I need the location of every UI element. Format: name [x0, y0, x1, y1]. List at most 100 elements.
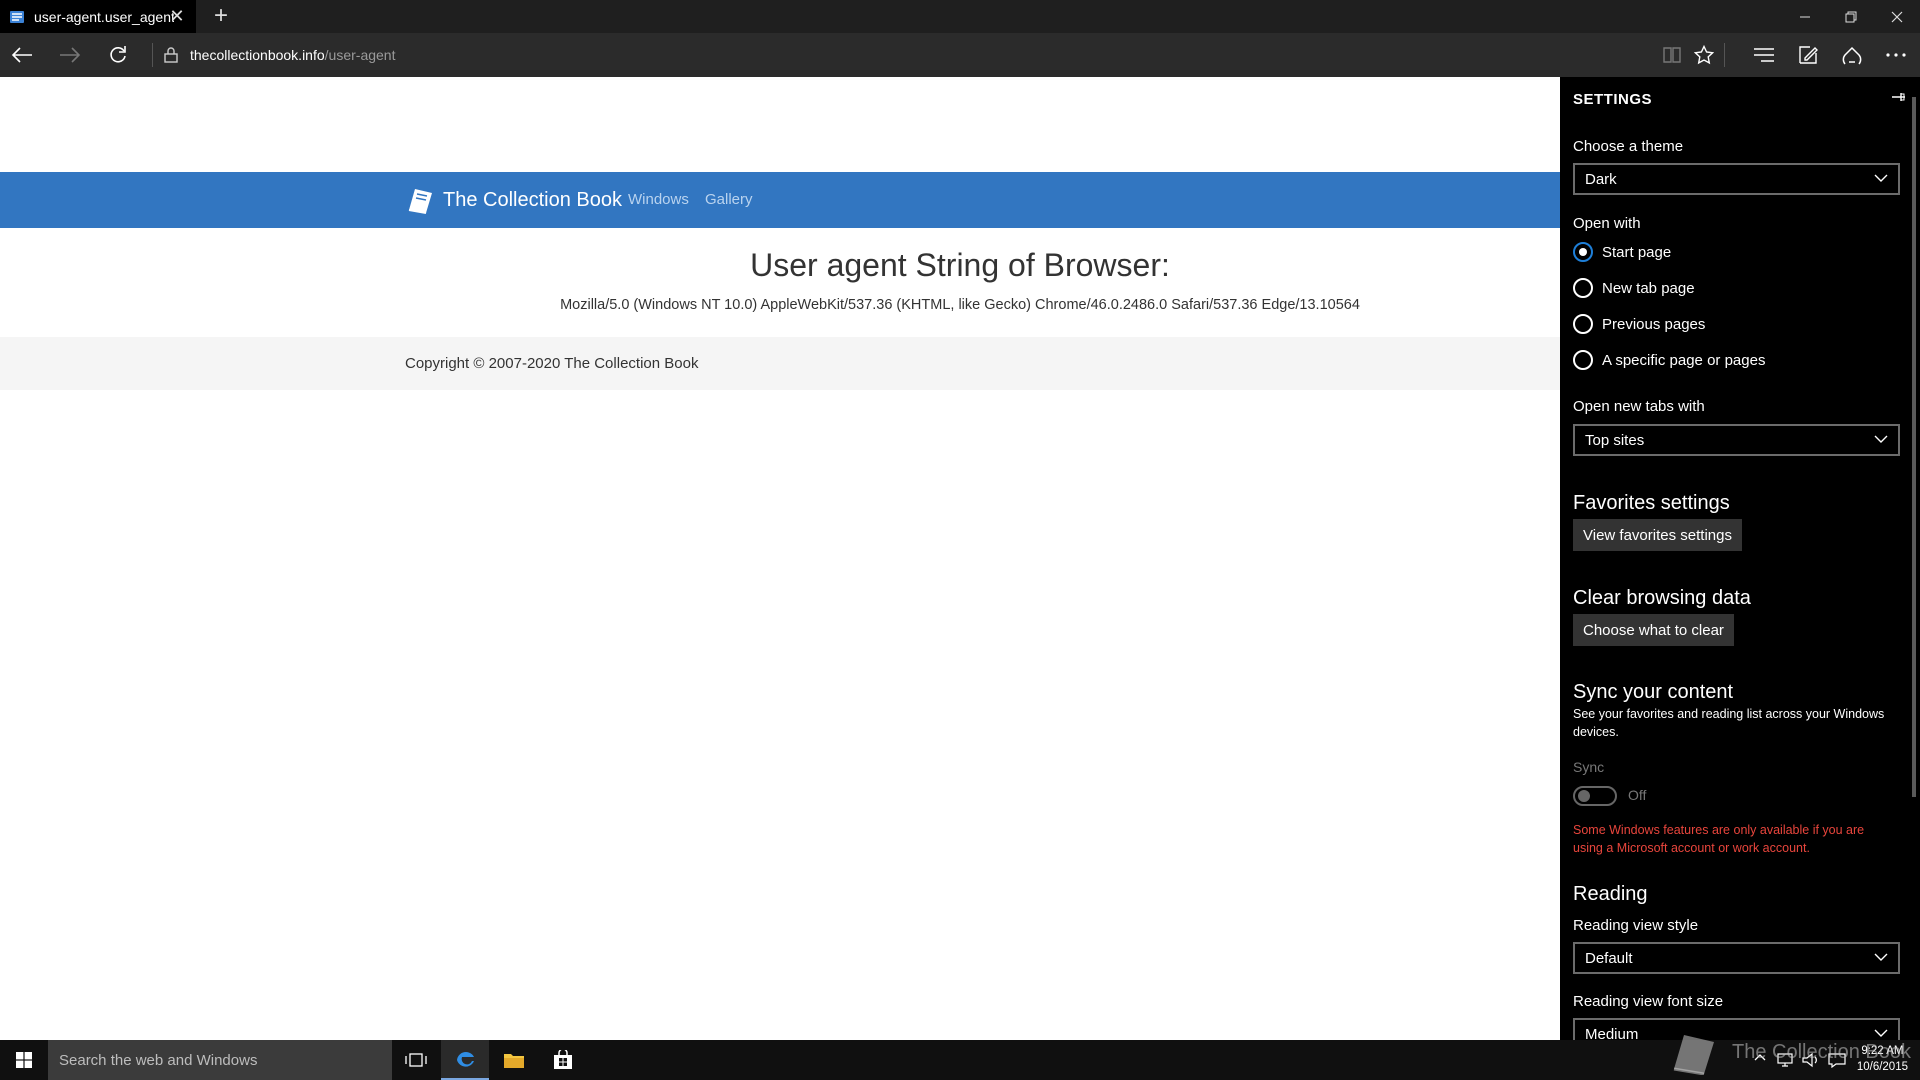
more-button[interactable] — [1874, 33, 1918, 77]
new-tabs-value: Top sites — [1585, 431, 1645, 449]
reading-font-value: Medium — [1585, 1025, 1639, 1041]
reading-view-icon — [1663, 47, 1681, 63]
radio-selected-icon — [1573, 242, 1593, 262]
radio-icon — [1573, 314, 1593, 334]
web-page: The Collection Book Windows Gallery User… — [0, 77, 1560, 1040]
close-icon — [1891, 11, 1903, 22]
back-arrow-icon — [11, 47, 32, 63]
theme-label: Choose a theme — [1573, 138, 1684, 155]
radio-previous-pages[interactable]: Previous pages — [1573, 313, 1705, 335]
forward-button[interactable] — [48, 33, 92, 77]
close-window-button[interactable] — [1874, 0, 1920, 33]
divider — [152, 43, 153, 67]
nav-link-gallery[interactable]: Gallery — [705, 172, 753, 228]
task-view-icon — [405, 1053, 427, 1067]
edge-icon — [457, 1052, 474, 1067]
radio-label: Start page — [1602, 243, 1672, 261]
open-with-label: Open with — [1573, 215, 1641, 232]
taskbar-search-box[interactable]: Search the web and Windows — [48, 1040, 392, 1080]
web-note-icon — [1799, 46, 1818, 64]
restore-button[interactable] — [1828, 0, 1874, 33]
navigation-bar: thecollectionbook.info/user-agent — [0, 33, 1920, 77]
chevron-down-icon — [1874, 953, 1888, 961]
site-navbar: The Collection Book Windows Gallery — [0, 172, 1560, 228]
tab-title: user-agent.user_agent - — [34, 8, 174, 25]
radio-icon — [1573, 350, 1593, 370]
favorites-section-title: Favorites settings — [1573, 492, 1730, 514]
minimize-button[interactable] — [1782, 0, 1828, 33]
sync-description: See your favorites and reading list acro… — [1573, 707, 1885, 739]
share-icon — [1842, 46, 1862, 65]
radio-specific-pages[interactable]: A specific page or pages — [1573, 349, 1765, 371]
book-watermark-icon — [1673, 1035, 1714, 1075]
chevron-down-icon — [1874, 435, 1888, 443]
view-favorites-settings-button[interactable]: View favorites settings — [1573, 519, 1742, 551]
close-tab-icon[interactable]: ✕ — [168, 6, 186, 26]
forward-arrow-icon — [60, 47, 81, 63]
refresh-icon — [110, 46, 126, 63]
new-tabs-select[interactable]: Top sites — [1573, 424, 1900, 456]
lock-icon — [164, 47, 178, 63]
taskbar-file-explorer-button[interactable] — [490, 1040, 538, 1080]
sync-toggle[interactable] — [1573, 786, 1617, 806]
address-bar[interactable]: thecollectionbook.info/user-agent — [164, 33, 395, 77]
watermark-text: The Collection Book — [1732, 1040, 1911, 1063]
watermark: The Collection Book — [1668, 1028, 1920, 1076]
reading-style-select[interactable]: Default — [1573, 942, 1900, 974]
reading-section-title: Reading — [1573, 883, 1648, 905]
new-tabs-label: Open new tabs with — [1573, 398, 1705, 415]
sync-warning: Some Windows features are only available… — [1573, 823, 1865, 855]
pin-icon[interactable] — [1890, 89, 1906, 105]
taskbar-store-button[interactable] — [539, 1040, 587, 1080]
choose-what-to-clear-button[interactable]: Choose what to clear — [1573, 614, 1734, 646]
theme-value: Dark — [1585, 170, 1617, 188]
site-footer: Copyright © 2007-2020 The Collection Boo… — [0, 337, 1560, 390]
radio-new-tab-page[interactable]: New tab page — [1573, 277, 1695, 299]
radio-start-page[interactable]: Start page — [1573, 241, 1671, 263]
settings-title: SETTINGS — [1573, 91, 1653, 108]
divider — [1724, 43, 1725, 67]
favorite-button[interactable] — [1682, 33, 1726, 77]
clear-data-section-title: Clear browsing data — [1573, 587, 1751, 609]
nav-link-windows[interactable]: Windows — [628, 172, 689, 228]
browser-tab[interactable]: user-agent.user_agent - ✕ — [0, 0, 196, 33]
reading-style-value: Default — [1585, 949, 1633, 967]
minimize-icon — [1800, 16, 1810, 17]
sync-section-title: Sync your content — [1573, 681, 1734, 703]
radio-icon — [1573, 278, 1593, 298]
book-logo-icon — [408, 189, 432, 214]
settings-panel: SETTINGS Choose a theme Dark Open with S… — [1560, 77, 1920, 1040]
chevron-down-icon — [1874, 174, 1888, 182]
reading-style-label: Reading view style — [1573, 917, 1699, 934]
sync-state: Off — [1628, 787, 1647, 803]
theme-select[interactable]: Dark — [1573, 163, 1900, 195]
screen: user-agent.user_agent - ✕ + thecollectio… — [0, 0, 1920, 1080]
settings-scrollbar[interactable] — [1912, 97, 1916, 797]
web-note-button[interactable] — [1786, 33, 1830, 77]
page-heading: User agent String of Browser: — [750, 247, 1170, 283]
site-brand-text: The Collection Book — [443, 188, 622, 211]
back-button[interactable] — [0, 33, 44, 77]
windows-logo-icon — [16, 1052, 32, 1068]
radio-label: A specific page or pages — [1602, 351, 1766, 369]
refresh-button[interactable] — [96, 33, 140, 77]
taskbar-edge-button[interactable] — [441, 1040, 489, 1080]
store-bag-icon — [554, 1050, 572, 1069]
taskbar: Search the web and Windows 9:22 AM 10/6/… — [0, 1040, 1920, 1080]
copyright-text: Copyright © 2007-2020 The Collection Boo… — [405, 355, 699, 372]
task-view-button[interactable] — [392, 1040, 440, 1080]
url-path: /user-agent — [324, 47, 396, 63]
hub-icon — [1754, 48, 1774, 62]
user-agent-string: Mozilla/5.0 (Windows NT 10.0) AppleWebKi… — [560, 297, 1360, 313]
new-tab-button[interactable]: + — [206, 2, 236, 30]
hub-button[interactable] — [1742, 33, 1786, 77]
start-button[interactable] — [0, 1040, 48, 1080]
book-favicon-icon — [10, 10, 24, 23]
title-bar: user-agent.user_agent - ✕ + — [0, 0, 1920, 33]
url-host: thecollectionbook.info — [190, 47, 325, 63]
restore-icon — [1845, 11, 1857, 22]
share-button[interactable] — [1830, 33, 1874, 77]
more-icon — [1886, 53, 1906, 57]
site-brand-link[interactable]: The Collection Book — [405, 172, 622, 228]
radio-label: New tab page — [1602, 279, 1695, 297]
